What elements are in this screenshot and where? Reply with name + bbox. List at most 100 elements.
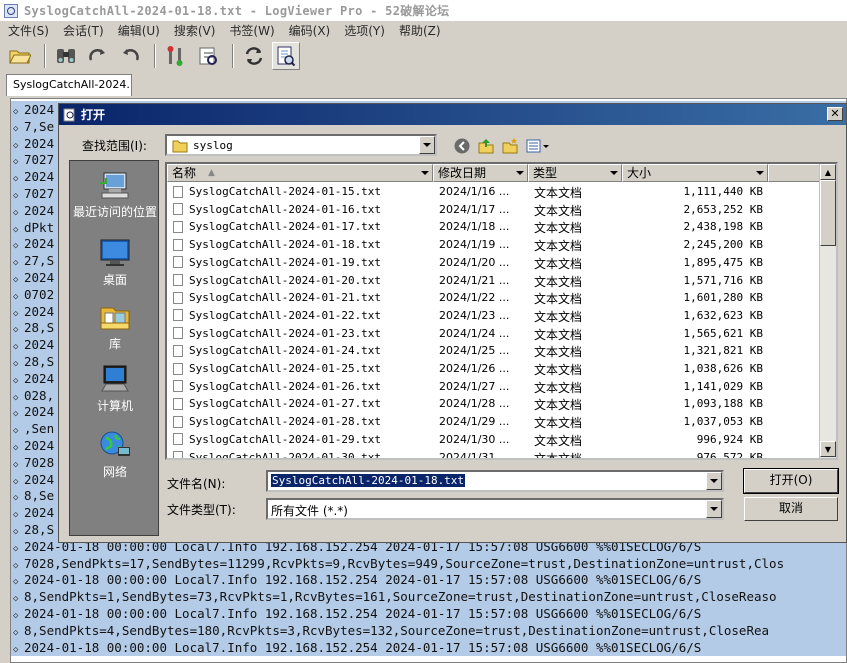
column-header-size[interactable]: 大小	[622, 164, 768, 182]
file-date: 2024/1/16 ...	[439, 185, 510, 198]
file-row[interactable]: SyslogCatchAll-2024-01-22.txt 2024/1/23 .…	[167, 307, 819, 325]
find-button[interactable]	[52, 42, 80, 70]
file-type: 文本文档	[534, 274, 583, 289]
menu-options[interactable]: 选项(Y)	[344, 22, 385, 39]
chevron-down-icon[interactable]	[609, 168, 619, 178]
file-row[interactable]: SyslogCatchAll-2024-01-29.txt 2024/1/30 .…	[167, 431, 819, 449]
file-row[interactable]: SyslogCatchAll-2024-01-15.txt 2024/1/16 .…	[167, 183, 819, 201]
document-search-icon	[277, 46, 296, 67]
tools-button[interactable]	[162, 42, 190, 70]
log-line[interactable]: ◇ 7028,SendPkts=17,SendBytes=11299,RcvPkt…	[11, 554, 846, 572]
new-folder-button[interactable]	[501, 137, 519, 155]
file-date: 2024/1/23 ...	[439, 308, 510, 322]
text-file-icon	[173, 451, 183, 458]
file-row[interactable]: SyslogCatchAll-2024-01-26.txt 2024/1/27 .…	[167, 378, 819, 396]
chevron-down-icon[interactable]	[515, 168, 525, 178]
log-line-text: 2024	[24, 202, 55, 218]
file-row[interactable]: SyslogCatchAll-2024-01-21.txt 2024/1/22 .…	[167, 289, 819, 307]
look-in-combo[interactable]: syslog	[165, 134, 437, 156]
column-header-date[interactable]: 修改日期	[433, 164, 528, 182]
text-file-icon	[173, 433, 183, 446]
file-type: 文本文档	[534, 309, 583, 324]
log-line-text: 28,S	[24, 354, 55, 369]
file-name-text: SyslogCatchAll-2024-01-30.txt	[189, 450, 382, 460]
open-folder-button[interactable]	[6, 42, 34, 70]
log-line[interactable]: ◇ 2024-01-18 00:00:00 Local7.Info 192.168…	[11, 605, 846, 622]
file-row[interactable]: SyslogCatchAll-2024-01-17.txt 2024/1/18 .…	[167, 218, 819, 236]
file-list[interactable]: 名称 ▲ 修改日期 类型 大小 SyslogCatchAll-2024-01-1…	[165, 162, 838, 460]
place-computer-label: 计算机	[96, 399, 133, 413]
cancel-button[interactable]: 取消	[744, 497, 838, 521]
file-row[interactable]: SyslogCatchAll-2024-01-28.txt 2024/1/29 .…	[167, 413, 819, 431]
view-document-button[interactable]	[272, 42, 300, 70]
filter-button[interactable]	[194, 42, 222, 70]
column-header-name[interactable]: 名称 ▲	[167, 164, 433, 182]
file-date: 2024/1/30 ...	[439, 432, 510, 446]
file-row[interactable]: SyslogCatchAll-2024-01-19.txt 2024/1/20 .…	[167, 254, 819, 272]
sync-button[interactable]	[240, 42, 268, 70]
file-date: 2024/1/21 ...	[439, 273, 510, 287]
filename-dropdown-button[interactable]	[706, 472, 722, 490]
menu-bookmarks[interactable]: 书签(W)	[229, 22, 274, 39]
find-next-button[interactable]	[84, 42, 112, 70]
log-line[interactable]: ◇ 8,SendPkts=1,SendBytes=73,RcvPkts=1,Rcv…	[11, 588, 846, 606]
file-row[interactable]: SyslogCatchAll-2024-01-18.txt 2024/1/19 .…	[167, 236, 819, 254]
menu-file[interactable]: 文件(S)	[8, 22, 49, 39]
back-button[interactable]	[453, 137, 471, 155]
file-type: 文本文档	[534, 203, 583, 218]
filetype-dropdown-button[interactable]	[706, 500, 722, 518]
filetype-select[interactable]: 所有文件 (*.*)	[266, 498, 724, 520]
file-list-scrollbar[interactable]: ▲ ▼	[819, 164, 836, 458]
file-row[interactable]: SyslogCatchAll-2024-01-25.txt 2024/1/26 .…	[167, 360, 819, 378]
open-button[interactable]: 打开(O)	[743, 468, 839, 494]
place-network[interactable]: 网络	[70, 429, 160, 480]
file-row[interactable]: SyslogCatchAll-2024-01-20.txt 2024/1/21 .…	[167, 272, 819, 290]
menu-search[interactable]: 搜索(V)	[174, 22, 216, 39]
up-folder-icon	[478, 139, 494, 154]
file-name: SyslogCatchAll-2024-01-16.txt	[173, 203, 381, 216]
place-computer[interactable]: 计算机	[70, 363, 160, 414]
log-line[interactable]: ◇ 2024-01-18 00:00:00 Local7.Info 192.168…	[11, 571, 846, 589]
log-line-text: 8,SendPkts=1,SendBytes=73,RcvPkts=1,RcvB…	[24, 589, 777, 605]
place-recent[interactable]: 最近访问的位置	[70, 169, 160, 220]
dialog-close-button[interactable]: ✕	[827, 107, 843, 121]
log-line[interactable]: ◇ 2024-01-18 00:00:00 Local7.Info 192.168…	[11, 638, 846, 656]
column-header-type[interactable]: 类型	[528, 164, 622, 182]
chevron-down-icon[interactable]	[755, 168, 765, 178]
find-previous-button[interactable]	[116, 42, 144, 70]
scroll-thumb[interactable]	[820, 180, 836, 246]
look-in-dropdown-button[interactable]	[419, 136, 435, 154]
menu-encoding[interactable]: 编码(X)	[289, 22, 331, 39]
up-folder-button[interactable]	[477, 137, 495, 155]
file-name: SyslogCatchAll-2024-01-19.txt	[173, 256, 381, 269]
chevron-down-icon[interactable]	[420, 168, 430, 178]
file-date: 2024/1/29 ...	[439, 415, 510, 429]
file-row[interactable]: SyslogCatchAll-2024-01-24.txt 2024/1/25 .…	[167, 342, 819, 360]
file-name-text: SyslogCatchAll-2024-01-25.txt	[189, 362, 382, 375]
scroll-down-button[interactable]: ▼	[820, 441, 836, 457]
scroll-up-button[interactable]: ▲	[820, 164, 836, 180]
file-row[interactable]: SyslogCatchAll-2024-01-23.txt 2024/1/24 .…	[167, 325, 819, 343]
file-row[interactable]: SyslogCatchAll-2024-01-16.txt 2024/1/17 .…	[167, 201, 819, 219]
view-menu-button[interactable]	[525, 137, 551, 155]
column-name-label: 名称	[172, 166, 197, 180]
filename-input[interactable]: SyslogCatchAll-2024-01-18.txt	[266, 470, 724, 492]
menu-help[interactable]: 帮助(Z)	[399, 22, 441, 39]
file-name: SyslogCatchAll-2024-01-20.txt	[173, 274, 381, 287]
file-row[interactable]: SyslogCatchAll-2024-01-27.txt 2024/1/28 .…	[167, 395, 819, 413]
log-line[interactable]: ◇ 8,SendPkts=4,SendBytes=180,RcvPkts=3,Rc…	[11, 621, 846, 639]
document-tab[interactable]: SyslogCatchAll-2024...	[6, 74, 132, 96]
file-name-text: SyslogCatchAll-2024-01-27.txt	[189, 397, 382, 411]
menu-session[interactable]: 会话(T)	[63, 22, 104, 39]
place-desktop-label: 桌面	[102, 273, 127, 287]
place-desktop[interactable]: 桌面	[70, 237, 160, 288]
file-date: 2024/1/17 ...	[439, 202, 510, 216]
menu-edit[interactable]: 编辑(U)	[118, 22, 160, 39]
file-row[interactable]: SyslogCatchAll-2024-01-30.txt 2024/1/31 .…	[167, 449, 819, 460]
file-type: 文本文档	[534, 327, 583, 342]
file-type: 文本文档	[534, 345, 583, 360]
place-libraries[interactable]: 库	[70, 301, 160, 352]
log-line-text: 2024	[24, 270, 55, 285]
dialog-title: 打开	[81, 108, 106, 122]
file-name: SyslogCatchAll-2024-01-28.txt	[173, 415, 381, 428]
